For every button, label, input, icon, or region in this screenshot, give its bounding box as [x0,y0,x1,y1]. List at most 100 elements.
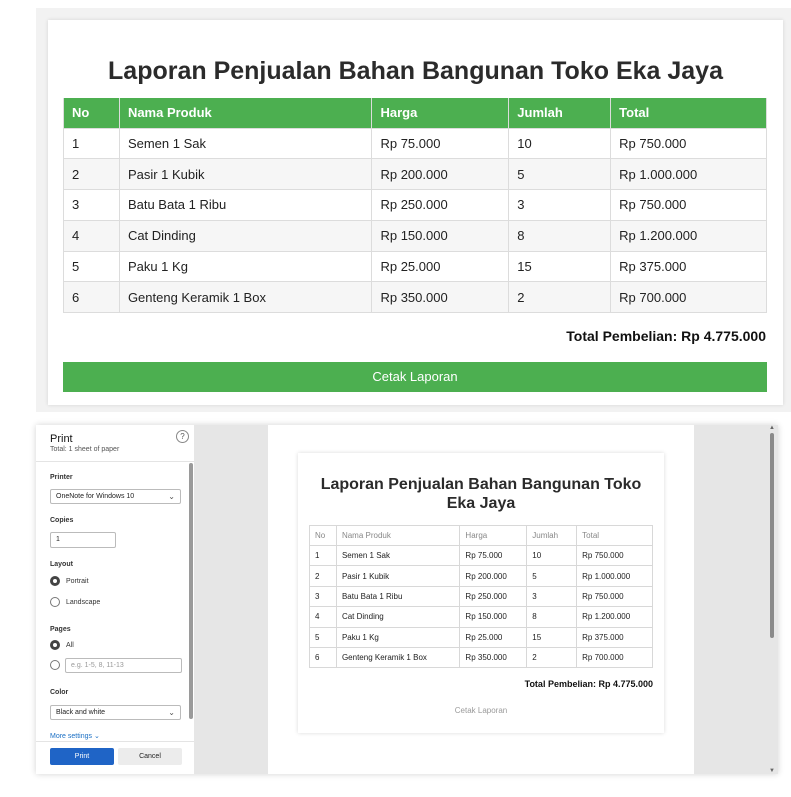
cell-total: Rp 750.000 [576,585,653,608]
cell-product: Genteng Keramik 1 Box [335,646,461,669]
table-header-row: No Nama Produk Harga Jumlah Total [309,525,653,546]
cell-no: 3 [63,189,120,221]
print-dialog: Print Total: 1 sheet of paper ? Printer … [36,425,778,774]
layout-portrait-radio[interactable] [50,576,60,586]
cell-quantity: 2 [508,281,612,314]
cell-quantity: 2 [526,646,578,669]
cell-no: 6 [63,281,120,314]
cell-no: 1 [63,127,120,160]
scroll-down-icon[interactable]: ▼ [769,768,775,774]
cell-no: 1 [309,544,337,567]
more-settings-link[interactable]: More settings ⌄ [50,732,100,740]
cell-product: Pasir 1 Kubik [335,565,461,587]
column-header-price: Harga [371,98,510,129]
cell-product: Semen 1 Sak [335,544,461,567]
chevron-down-icon: ⌄ [168,708,175,717]
cell-no: 2 [63,158,120,191]
scroll-up-icon[interactable]: ▲ [769,425,775,431]
column-header-product: Nama Produk [118,98,373,129]
print-report-button[interactable]: Cetak Laporan [63,362,767,392]
layout-landscape-radio[interactable] [50,597,60,607]
pages-all-radio[interactable] [50,640,60,650]
printer-value: OneNote for Windows 10 [56,493,135,500]
cell-no: 2 [309,565,337,587]
cell-price: Rp 350.000 [459,646,528,669]
cell-price: Rp 200.000 [371,158,510,191]
pages-range-input[interactable]: e.g. 1-5, 8, 11-13 [65,658,182,673]
print-settings-panel: Print Total: 1 sheet of paper ? Printer … [36,425,194,774]
print-preview-area: Laporan Penjualan Bahan Bangunan Toko Ek… [194,425,778,774]
chevron-down-icon: ⌄ [93,733,100,740]
column-header-product: Nama Produk [335,525,461,546]
cell-quantity: 8 [508,219,612,252]
cell-price: Rp 75.000 [371,127,510,160]
column-header-no: No [63,98,120,129]
preview-print-report-button: Cetak Laporan [454,706,508,715]
printer-select[interactable]: OneNote for Windows 10 ⌄ [50,489,181,504]
cell-total: Rp 375.000 [610,250,767,283]
column-header-no: No [309,525,337,546]
cell-no: 5 [309,626,337,648]
print-dialog-title: Print [50,433,73,445]
preview-report-title: Laporan Penjualan Bahan Bangunan Toko Ek… [320,476,642,512]
total-purchase: Total Pembelian: Rp 4.775.000 [566,328,766,344]
color-select[interactable]: Black and white ⌄ [50,705,181,720]
cell-price: Rp 75.000 [459,544,528,567]
cell-price: Rp 25.000 [371,250,510,283]
cell-quantity: 5 [526,565,578,587]
preview-report-card: Laporan Penjualan Bahan Bangunan Toko Ek… [298,453,664,733]
table-row: 6 Genteng Keramik 1 Box Rp 350.000 2 Rp … [63,281,767,314]
more-settings-label: More settings [50,733,93,740]
divider [36,461,194,462]
scrollbar-thumb[interactable] [770,433,774,638]
cell-product: Batu Bata 1 Ribu [118,189,373,221]
table-row: 2 Pasir 1 Kubik Rp 200.000 5 Rp 1.000.00… [63,158,767,191]
layout-label: Layout [50,561,73,568]
report-card: Laporan Penjualan Bahan Bangunan Toko Ek… [48,20,783,405]
pages-range-radio[interactable] [50,660,60,670]
table-header-row: No Nama Produk Harga Jumlah Total [63,98,767,129]
table-row: 1 Semen 1 Sak Rp 75.000 10 Rp 750.000 [309,544,653,567]
cell-quantity: 5 [508,158,612,191]
cell-total: Rp 750.000 [576,544,653,567]
preview-total-purchase: Total Pembelian: Rp 4.775.000 [524,679,653,689]
help-icon[interactable]: ? [176,430,189,443]
preview-report-table: No Nama Produk Harga Jumlah Total 1 Seme… [309,525,653,669]
cell-product: Pasir 1 Kubik [118,158,373,191]
cell-product: Paku 1 Kg [118,250,373,283]
cell-total: Rp 750.000 [610,127,767,160]
table-row: 3 Batu Bata 1 Ribu Rp 250.000 3 Rp 750.0… [63,189,767,221]
cell-total: Rp 750.000 [610,189,767,221]
table-row: 3 Batu Bata 1 Ribu Rp 250.000 3 Rp 750.0… [309,585,653,608]
cell-total: Rp 1.000.000 [576,565,653,587]
pages-label: Pages [50,626,71,633]
cancel-button[interactable]: Cancel [118,748,182,765]
sheet-count: Total: 1 sheet of paper [50,446,120,453]
cell-total: Rp 1.000.000 [610,158,767,191]
cell-total: Rp 1.200.000 [610,219,767,252]
cell-price: Rp 150.000 [459,606,528,628]
printer-label: Printer [50,474,73,481]
cell-quantity: 15 [508,250,612,283]
color-value: Black and white [56,709,106,716]
print-button[interactable]: Print [50,748,114,765]
layout-landscape-label: Landscape [66,599,101,606]
pages-all-label: All [66,642,74,649]
column-header-quantity: Jumlah [508,98,612,129]
layout-portrait-label: Portrait [66,578,89,585]
table-row: 5 Paku 1 Kg Rp 25.000 15 Rp 375.000 [63,250,767,283]
cell-price: Rp 250.000 [459,585,528,608]
copies-label: Copies [50,517,74,524]
cell-quantity: 8 [526,606,578,628]
copies-input[interactable]: 1 [50,532,116,548]
panel-scrollbar[interactable] [189,463,193,719]
divider [36,741,194,742]
cell-no: 3 [309,585,337,608]
column-header-quantity: Jumlah [526,525,578,546]
cell-quantity: 3 [526,585,578,608]
table-row: 6 Genteng Keramik 1 Box Rp 350.000 2 Rp … [309,646,653,669]
cell-price: Rp 250.000 [371,189,510,221]
cell-price: Rp 150.000 [371,219,510,252]
cell-total: Rp 375.000 [576,626,653,648]
preview-scrollbar[interactable]: ▲ ▼ [768,425,776,774]
